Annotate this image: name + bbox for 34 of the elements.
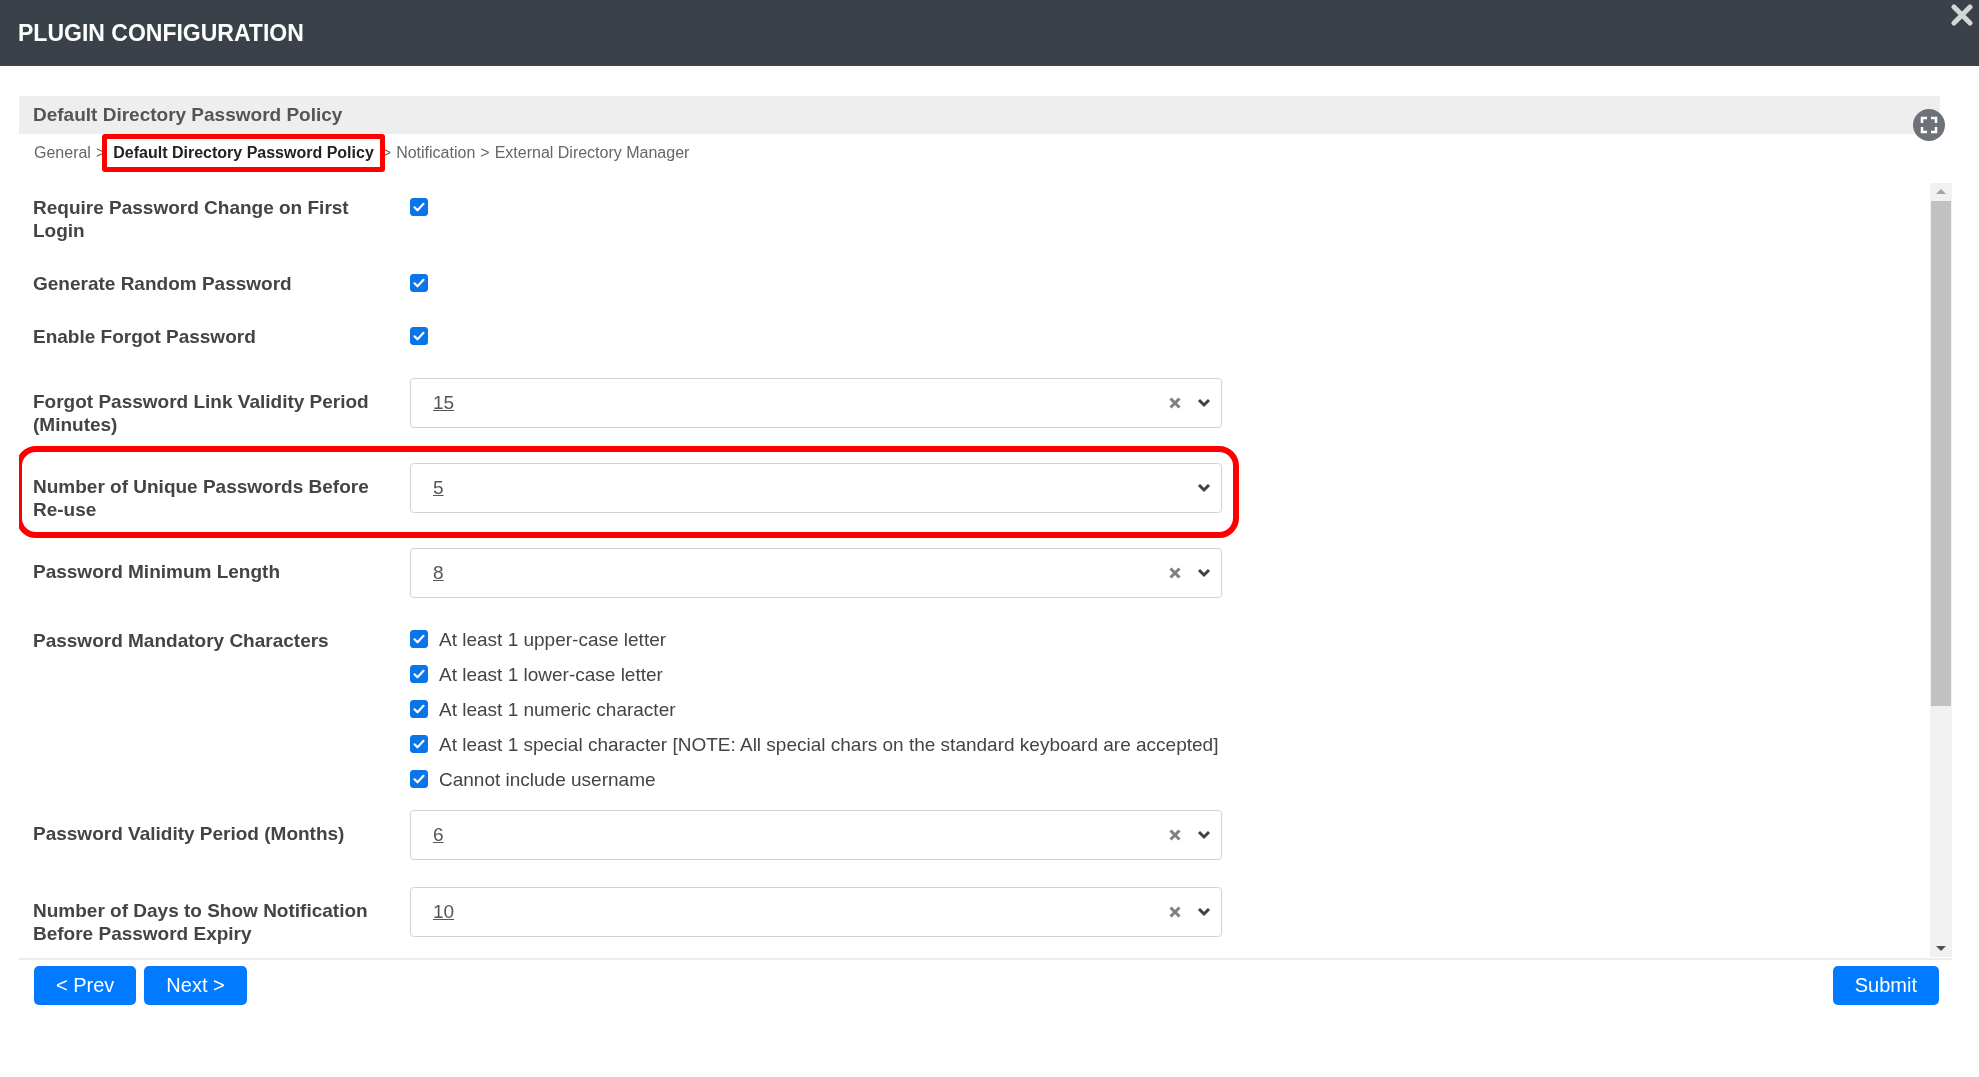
checkbox-label: Cannot include username — [439, 769, 656, 791]
select-value: 8 — [433, 562, 445, 584]
breadcrumb-link[interactable]: Default Directory Password Policy — [102, 134, 385, 172]
checkbox-label: At least 1 lower-case letter — [439, 664, 663, 686]
submit-button[interactable]: Submit — [1832, 966, 1939, 1005]
checkbox-label: At least 1 upper-case letter — [439, 629, 667, 651]
select-field[interactable]: 5 — [410, 463, 1222, 513]
select-field[interactable]: 10 — [410, 887, 1222, 937]
field-label: Password Validity Period (Months) — [33, 822, 346, 846]
breadcrumb-link[interactable]: Notification — [396, 144, 476, 162]
field-label: Password Minimum Length — [33, 560, 282, 584]
select-field[interactable]: 15 — [410, 378, 1222, 428]
select-value: 6 — [433, 824, 445, 846]
field-label: Enable Forgot Password — [33, 325, 257, 348]
prev-button[interactable]: < Prev — [34, 966, 137, 1005]
field-label: Forgot Password Link Validity Period (Minutes) — [33, 390, 370, 436]
select-field[interactable]: 8 — [410, 548, 1222, 598]
select-value: 5 — [433, 477, 445, 499]
section-title: Default Directory Password Policy — [33, 104, 343, 126]
dialog-title: PLUGIN CONFIGURATION — [18, 19, 304, 47]
field-label: Generate Random Password — [33, 272, 293, 295]
field-label: Number of Days to Show Notification Before Password Expiry — [33, 899, 369, 945]
checkbox-label: At least 1 special character [NOTE: All special chars on the standard keyboard are accepted] — [439, 734, 1219, 756]
next-button[interactable]: Next > — [144, 966, 247, 1005]
field-label: Number of Unique Passwords Before Re-use — [33, 475, 370, 521]
select-field[interactable]: 6 — [410, 810, 1222, 860]
field-label: Require Password Change on First Login — [33, 196, 350, 242]
field-label: Password Mandatory Characters — [33, 629, 330, 653]
breadcrumb-link[interactable]: General — [34, 144, 91, 162]
breadcrumb-link[interactable]: External Directory Manager — [494, 144, 690, 162]
select-value: 15 — [433, 392, 456, 414]
checkbox-label: At least 1 numeric character — [439, 699, 676, 721]
select-value: 10 — [433, 901, 456, 923]
breadcrumb-separator: > — [480, 144, 490, 162]
